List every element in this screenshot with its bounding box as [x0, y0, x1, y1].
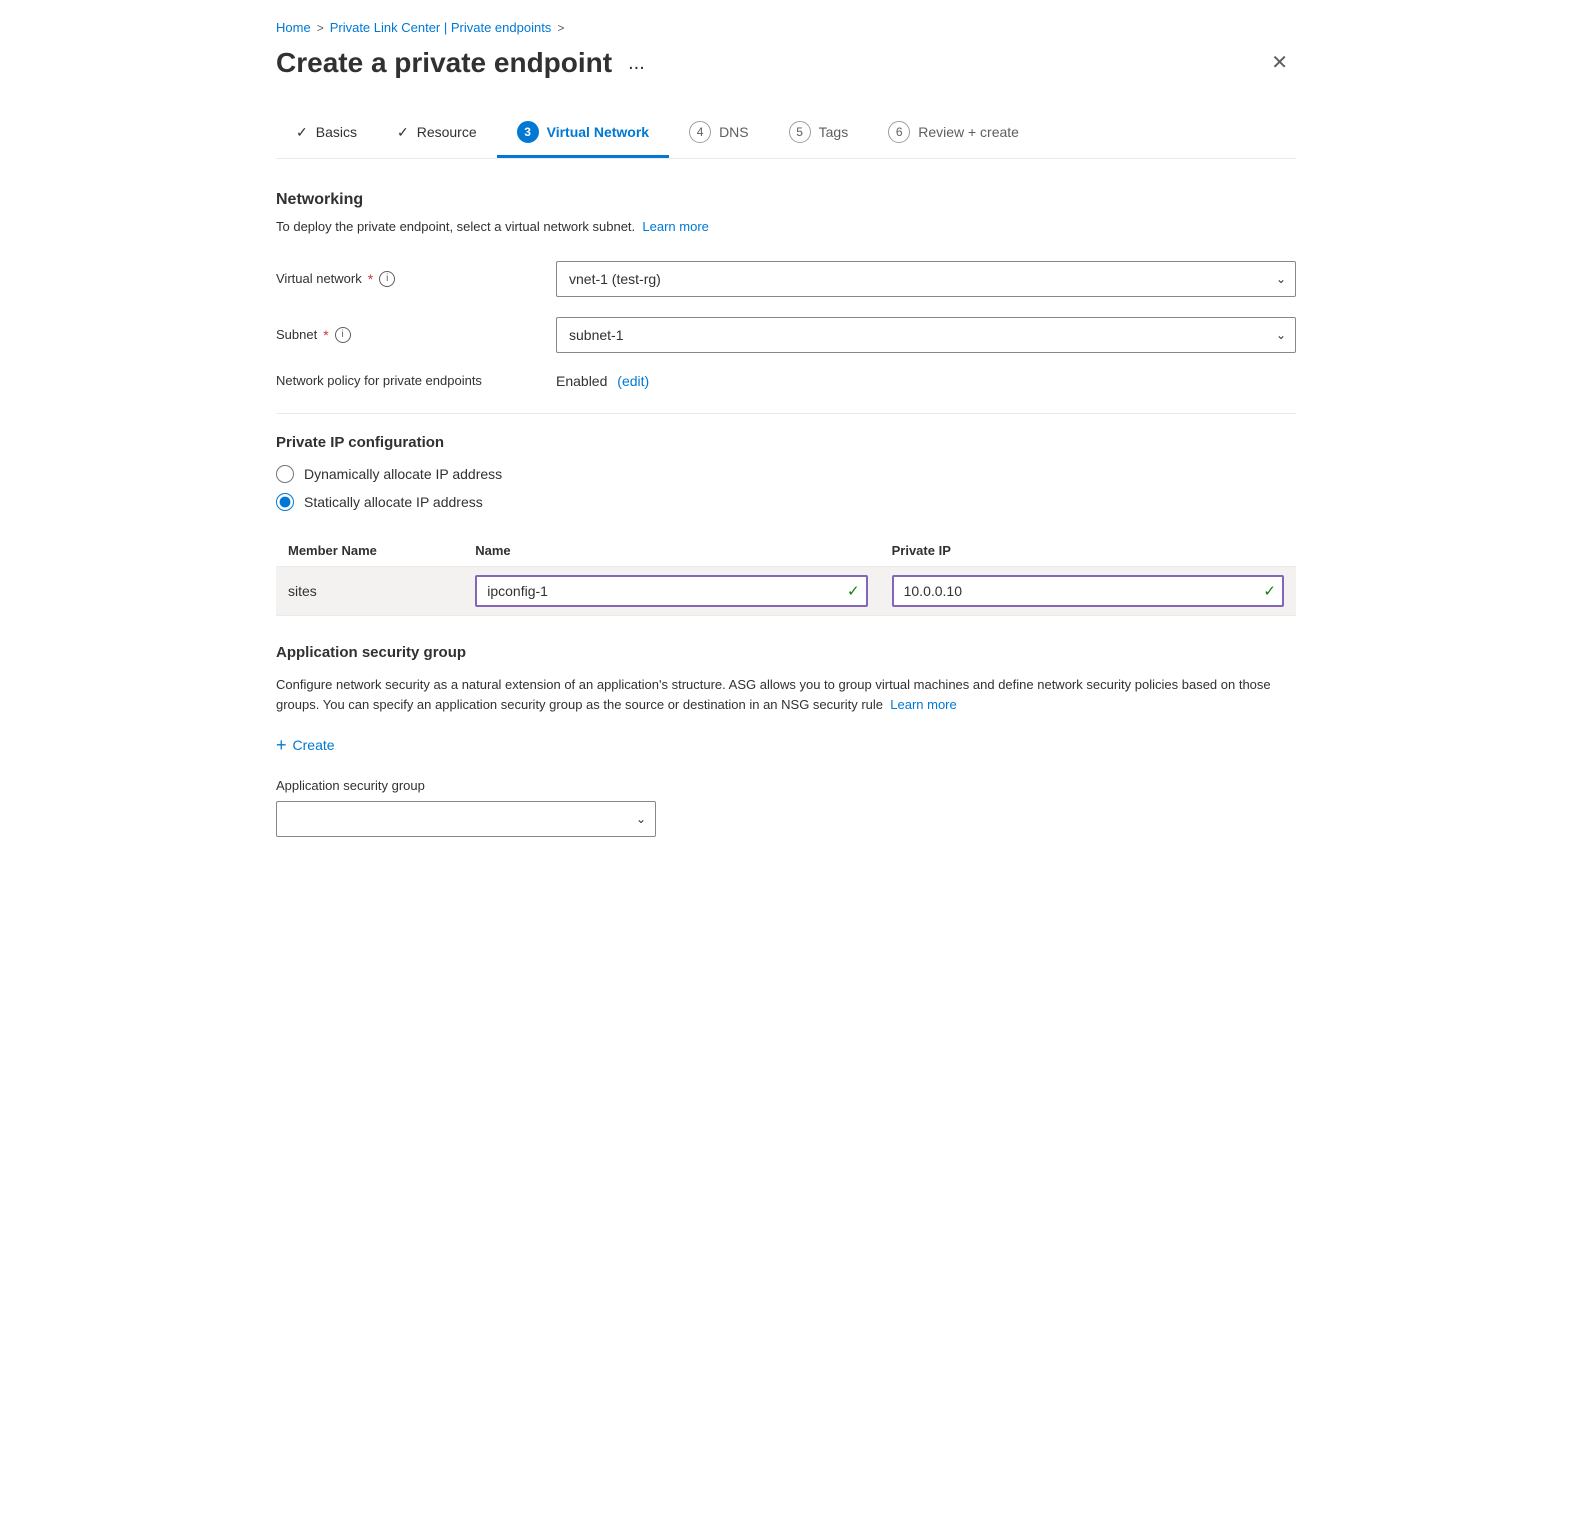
network-policy-edit[interactable]: (edit) — [617, 373, 649, 389]
breadcrumb-sep-1: > — [317, 21, 324, 35]
ip-input-wrapper: ✓ — [892, 575, 1284, 607]
subnet-row: Subnet * i subnet-1 ⌄ — [276, 317, 1296, 353]
tab-tags[interactable]: 5 Tags — [769, 109, 869, 158]
tab-review-circle: 6 — [888, 121, 910, 143]
breadcrumb-sep-2: > — [557, 21, 564, 35]
tab-tags-label: Tags — [819, 124, 849, 140]
close-button[interactable]: ✕ — [1263, 49, 1296, 77]
radio-dynamic[interactable]: Dynamically allocate IP address — [276, 465, 1296, 483]
name-input-wrapper: ✓ — [475, 575, 867, 607]
col-member-name: Member Name — [276, 535, 463, 567]
create-asg-button[interactable]: + Create — [276, 732, 335, 758]
breadcrumb: Home > Private Link Center | Private end… — [276, 20, 1296, 35]
cell-name: ✓ — [463, 566, 879, 615]
page-title: Create a private endpoint — [276, 47, 612, 79]
networking-section: Networking To deploy the private endpoin… — [276, 191, 1296, 389]
asg-title: Application security group — [276, 644, 1296, 661]
tab-dns-circle: 4 — [689, 121, 711, 143]
tab-review-create[interactable]: 6 Review + create — [868, 109, 1039, 158]
breadcrumb-home[interactable]: Home — [276, 20, 311, 35]
asg-field-label: Application security group — [276, 778, 1296, 793]
divider-1 — [276, 413, 1296, 414]
subnet-required: * — [323, 327, 328, 343]
asg-section: Application security group Configure net… — [276, 644, 1296, 838]
radio-static-label: Statically allocate IP address — [304, 494, 483, 510]
radio-static[interactable]: Statically allocate IP address — [276, 493, 1296, 511]
col-name: Name — [463, 535, 879, 567]
subnet-dropdown-wrapper: subnet-1 ⌄ — [556, 317, 1296, 353]
ip-input-check: ✓ — [1263, 582, 1276, 600]
col-private-ip: Private IP — [880, 535, 1296, 567]
network-policy-row: Network policy for private endpoints Ena… — [276, 373, 1296, 389]
asg-learn-more[interactable]: Learn more — [890, 697, 956, 712]
plus-icon: + — [276, 736, 287, 754]
ip-table-header-row: Member Name Name Private IP — [276, 535, 1296, 567]
virtual-network-dropdown[interactable]: vnet-1 (test-rg) — [556, 261, 1296, 297]
asg-description: Configure network security as a natural … — [276, 675, 1296, 717]
network-policy-value: Enabled (edit) — [556, 373, 649, 389]
subnet-dropdown[interactable]: subnet-1 — [556, 317, 1296, 353]
ellipsis-button[interactable]: ... — [622, 50, 651, 77]
tab-basics-label: Basics — [316, 124, 357, 140]
vnet-info-icon[interactable]: i — [379, 271, 395, 287]
tab-resource-check: ✓ — [397, 124, 409, 141]
ip-radio-group: Dynamically allocate IP address Statical… — [276, 465, 1296, 511]
virtual-network-row: Virtual network * i vnet-1 (test-rg) ⌄ — [276, 261, 1296, 297]
tab-tags-circle: 5 — [789, 121, 811, 143]
subnet-label: Subnet * i — [276, 327, 536, 343]
tab-dns-label: DNS — [719, 124, 749, 140]
tab-virtual-network[interactable]: 3 Virtual Network — [497, 109, 669, 158]
networking-title: Networking — [276, 191, 1296, 209]
page-header: Create a private endpoint ... ✕ — [276, 47, 1296, 79]
tab-vnet-circle: 3 — [517, 121, 539, 143]
private-ip-input[interactable] — [892, 575, 1284, 607]
table-row: sites ✓ ✓ — [276, 566, 1296, 615]
virtual-network-control: vnet-1 (test-rg) ⌄ — [556, 261, 1296, 297]
virtual-network-label: Virtual network * i — [276, 271, 536, 287]
radio-dynamic-label: Dynamically allocate IP address — [304, 466, 502, 482]
tab-vnet-label: Virtual Network — [547, 124, 649, 140]
radio-static-input[interactable] — [276, 493, 294, 511]
subnet-control: subnet-1 ⌄ — [556, 317, 1296, 353]
network-policy-label: Network policy for private endpoints — [276, 373, 536, 388]
cell-private-ip: ✓ — [880, 566, 1296, 615]
tab-basics[interactable]: ✓ Basics — [276, 112, 377, 156]
subnet-info-icon[interactable]: i — [335, 327, 351, 343]
tab-resource-label: Resource — [417, 124, 477, 140]
tab-resource[interactable]: ✓ Resource — [377, 112, 497, 156]
virtual-network-dropdown-wrapper: vnet-1 (test-rg) ⌄ — [556, 261, 1296, 297]
cell-member-name: sites — [276, 566, 463, 615]
vnet-required: * — [368, 271, 373, 287]
radio-dynamic-input[interactable] — [276, 465, 294, 483]
name-input-check: ✓ — [847, 582, 860, 600]
networking-description: To deploy the private endpoint, select a… — [276, 217, 1296, 237]
name-input[interactable] — [475, 575, 867, 607]
ip-config-table: Member Name Name Private IP sites ✓ — [276, 535, 1296, 616]
networking-learn-more[interactable]: Learn more — [642, 219, 708, 234]
tab-basics-check: ✓ — [296, 124, 308, 141]
private-ip-title: Private IP configuration — [276, 434, 1296, 451]
tab-review-create-label: Review + create — [918, 124, 1019, 140]
private-ip-section: Private IP configuration Dynamically all… — [276, 434, 1296, 616]
asg-dropdown[interactable] — [276, 801, 656, 837]
breadcrumb-private-link[interactable]: Private Link Center | Private endpoints — [330, 20, 552, 35]
tab-dns[interactable]: 4 DNS — [669, 109, 769, 158]
wizard-tabs: ✓ Basics ✓ Resource 3 Virtual Network 4 … — [276, 109, 1296, 159]
page-title-area: Create a private endpoint ... — [276, 47, 651, 79]
asg-dropdown-wrapper: ⌄ — [276, 801, 656, 837]
